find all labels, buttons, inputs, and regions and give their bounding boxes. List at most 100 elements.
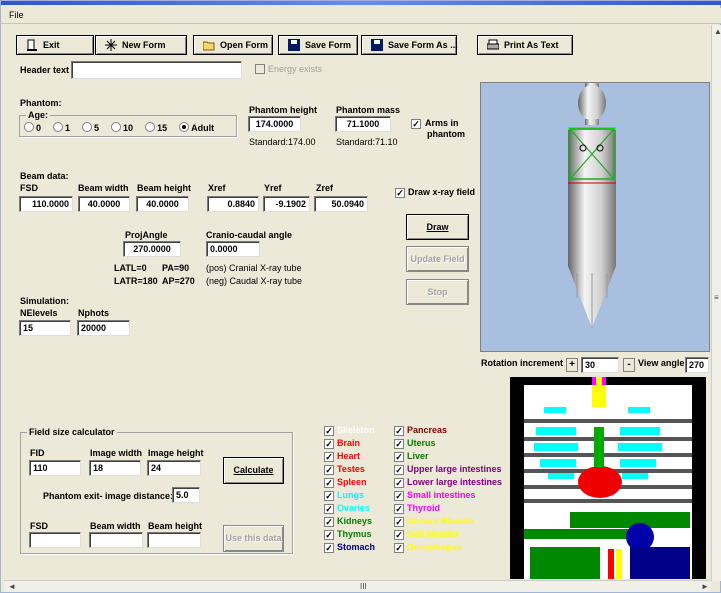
zref-input[interactable]: 50.0940 [314, 196, 368, 212]
scroll-thumb-grip-icon[interactable]: III [360, 582, 367, 591]
scroll-right-arrow-icon[interactable]: ► [701, 582, 709, 591]
organ-row[interactable]: ✓ Gall bladder [394, 529, 459, 540]
calc-beam-height-input[interactable] [147, 532, 201, 548]
menu-file[interactable]: File [9, 10, 24, 20]
cranio-caudal-input[interactable]: 0.0000 [206, 241, 260, 257]
organ-row[interactable]: ✓ Kidneys [324, 516, 372, 527]
organ-checkbox[interactable]: ✓ [324, 452, 334, 462]
organ-checkbox[interactable]: ✓ [324, 478, 334, 488]
yref-input[interactable]: -9.1902 [263, 196, 310, 212]
organ-checkbox[interactable]: ✓ [394, 439, 404, 449]
exit-distance-input[interactable]: 5.0 [172, 487, 200, 503]
radio-circle[interactable] [111, 122, 122, 132]
organ-row[interactable]: ✓ Urinary Bladder [394, 516, 475, 527]
nphots-input[interactable]: 20000 [77, 320, 130, 336]
organ-label: Uterus [407, 438, 436, 448]
organ-row[interactable]: ✓ Skeleton [324, 425, 375, 436]
organ-row[interactable]: ✓ Lower large intestines [394, 477, 502, 488]
organ-checkbox[interactable]: ✓ [394, 517, 404, 527]
fid-input[interactable]: 110 [29, 460, 81, 476]
update-field-button[interactable]: Update Field [406, 246, 469, 272]
xref-input[interactable]: 0.8840 [207, 196, 259, 212]
vertical-scrollbar[interactable]: ▲ ≡ [711, 25, 721, 581]
rotation-decrease-button[interactable]: - [623, 358, 635, 372]
organ-checkbox[interactable]: ✓ [324, 543, 334, 553]
age-radio-0[interactable]: 0 [24, 122, 41, 133]
organ-checkbox[interactable]: ✓ [394, 426, 404, 436]
open-form-button[interactable]: Open Form [193, 35, 273, 55]
draw-button[interactable]: Draw [406, 214, 469, 240]
age-radio-10[interactable]: 10 [111, 122, 133, 133]
radio-circle[interactable] [145, 122, 156, 132]
age-radio-1[interactable]: 1 [53, 122, 70, 133]
organ-checkbox[interactable]: ✓ [394, 504, 404, 514]
organ-row[interactable]: ✓ Lungs [324, 490, 364, 501]
organ-checkbox[interactable]: ✓ [394, 478, 404, 488]
radio-circle[interactable] [24, 122, 34, 132]
organ-row[interactable]: ✓ Spleen [324, 477, 367, 488]
organ-row[interactable]: ✓ Thymus [324, 529, 372, 540]
nelevels-input[interactable]: 15 [19, 320, 71, 336]
stop-button[interactable]: Stop [406, 279, 469, 305]
scroll-thumb-grip-icon[interactable]: ≡ [714, 293, 719, 302]
phantom-height-input[interactable]: 174.0000 [248, 116, 301, 132]
fsd-input[interactable]: 110.0000 [19, 196, 73, 212]
age-radio-adult[interactable]: Adult [179, 122, 214, 133]
image-width-input[interactable]: 18 [89, 460, 141, 476]
organ-checkbox[interactable]: ✓ [394, 530, 404, 540]
organ-row[interactable]: ✓ Upper large intestines [394, 464, 502, 475]
proj-angle-input[interactable]: 270.0000 [123, 241, 181, 257]
calc-fsd-input[interactable] [29, 532, 81, 548]
age-radio-5[interactable]: 5 [82, 122, 99, 133]
organ-row[interactable]: ✓ Liver [394, 451, 429, 462]
header-text-input[interactable] [71, 61, 242, 79]
image-height-input[interactable]: 24 [147, 460, 201, 476]
organ-row[interactable]: ✓ Small intestines [394, 490, 476, 501]
organ-row[interactable]: ✓ Testes [324, 464, 365, 475]
print-as-text-button[interactable]: Print As Text [477, 35, 573, 55]
horizontal-scrollbar[interactable]: ◄ III ► [4, 580, 711, 592]
organ-row[interactable]: ✓ Ovaries [324, 503, 370, 514]
calc-beam-width-input[interactable] [89, 532, 143, 548]
radio-circle[interactable] [179, 122, 190, 132]
rotation-increase-button[interactable]: + [566, 358, 578, 372]
rotation-increment-input[interactable]: 30 [581, 357, 619, 373]
save-form-as-button[interactable]: Save Form As ... [361, 35, 458, 55]
beam-width-input[interactable]: 40.0000 [78, 196, 130, 212]
phantom-3d-preview[interactable] [480, 82, 710, 352]
scroll-left-arrow-icon[interactable]: ◄ [8, 582, 16, 591]
view-angle-input[interactable]: 270 [685, 357, 709, 373]
organ-row[interactable]: ✓ Brain [324, 438, 360, 449]
organ-checkbox[interactable]: ✓ [394, 543, 404, 553]
organ-row[interactable]: ✓ Oesophagus [394, 542, 462, 553]
new-form-button[interactable]: New Form [95, 35, 187, 55]
organ-checkbox[interactable]: ✓ [394, 491, 404, 501]
organ-row[interactable]: ✓ Heart [324, 451, 360, 462]
radio-circle[interactable] [53, 122, 64, 132]
organ-checkbox[interactable]: ✓ [324, 439, 334, 449]
save-form-button[interactable]: Save Form [278, 35, 358, 55]
scroll-up-arrow-icon[interactable]: ▲ [714, 27, 721, 36]
organ-row[interactable]: ✓ Uterus [394, 438, 436, 449]
calculate-button[interactable]: Calculate [223, 457, 284, 484]
energy-exists-checkbox[interactable] [255, 64, 265, 74]
organ-checkbox[interactable]: ✓ [324, 426, 334, 436]
age-radio-15[interactable]: 15 [145, 122, 167, 133]
phantom-mass-input[interactable]: 71.1000 [335, 116, 391, 132]
organ-checkbox[interactable]: ✓ [324, 517, 334, 527]
arms-in-phantom-checkbox[interactable]: ✓ [411, 119, 421, 129]
organ-row[interactable]: ✓ Stomach [324, 542, 375, 553]
exit-button[interactable]: Exit [16, 35, 94, 55]
organ-checkbox[interactable]: ✓ [324, 504, 334, 514]
organ-row[interactable]: ✓ Pancreas [394, 425, 447, 436]
organ-checkbox[interactable]: ✓ [324, 530, 334, 540]
organ-checkbox[interactable]: ✓ [324, 465, 334, 475]
use-this-data-button[interactable]: Use this data [223, 525, 284, 552]
organ-checkbox[interactable]: ✓ [394, 452, 404, 462]
beam-height-input[interactable]: 40.0000 [136, 196, 189, 212]
organ-checkbox[interactable]: ✓ [394, 465, 404, 475]
organ-checkbox[interactable]: ✓ [324, 491, 334, 501]
draw-xray-field-checkbox[interactable]: ✓ [395, 188, 405, 198]
organ-row[interactable]: ✓ Thyroid [394, 503, 440, 514]
radio-circle[interactable] [82, 122, 93, 132]
